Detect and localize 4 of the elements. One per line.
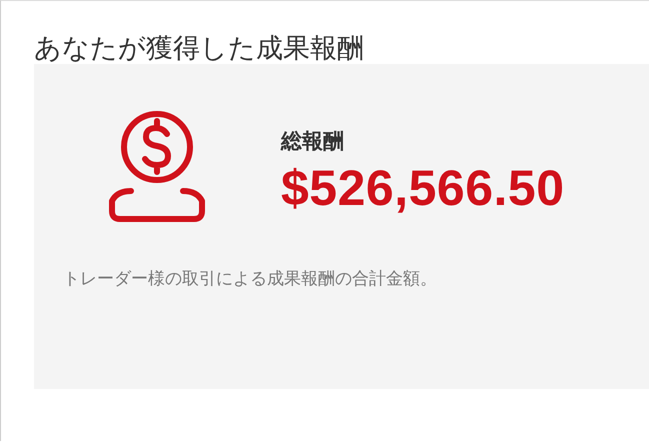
section-title: あなたが獲得した成果報酬 [34,32,364,66]
total-label: 総報酬 [281,128,344,154]
description-text: トレーダー様の取引による成果報酬の合計金額。 [63,268,437,290]
total-amount: $526,566.50 [281,160,565,216]
